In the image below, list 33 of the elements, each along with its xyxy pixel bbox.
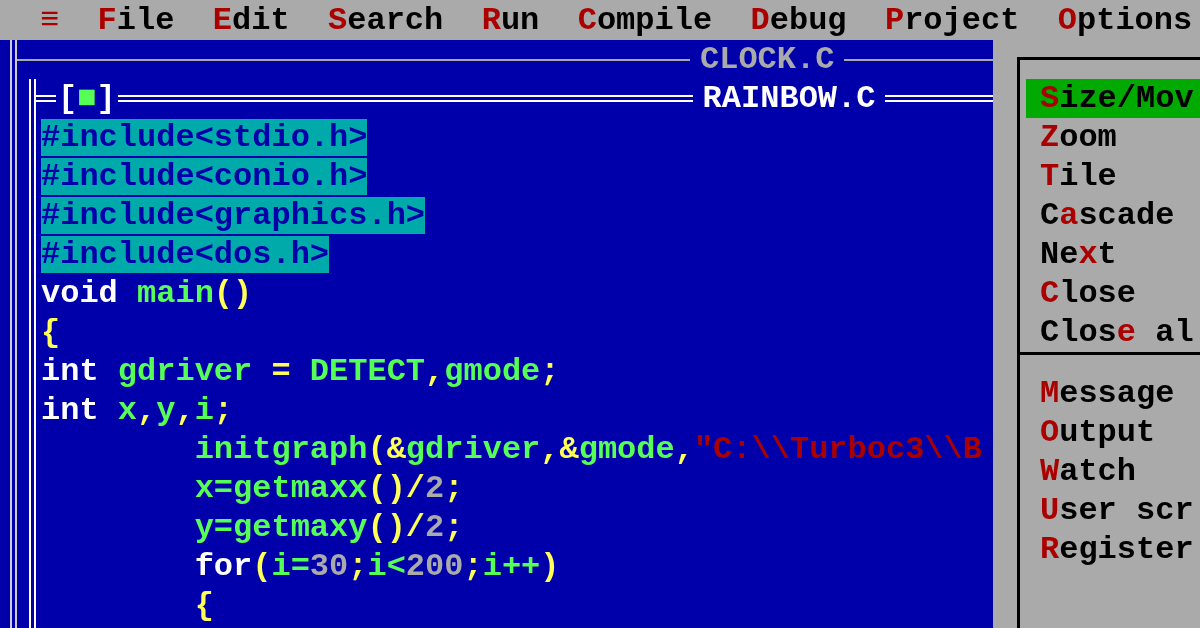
menu-option[interactable]: User scr xyxy=(1026,491,1200,530)
code-line: initgraph(&gdriver,&gmode,"C:\\Turboc3\\B xyxy=(194,431,982,468)
title-bar-line xyxy=(36,95,56,102)
code-line: int x,y,i; xyxy=(41,392,234,429)
menu-item[interactable]: Project xyxy=(884,0,1020,40)
menu-option[interactable]: Close xyxy=(1026,274,1200,313)
menu-item[interactable]: Compile xyxy=(577,0,713,40)
menu-option[interactable]: Watch xyxy=(1026,452,1200,491)
code-line: { xyxy=(41,314,61,351)
code-line: for(i=30;i<200;i++) xyxy=(194,548,560,585)
code-line: int gdriver = DETECT,gmode; xyxy=(41,353,560,390)
menu-item[interactable]: Search xyxy=(328,0,444,40)
code-line: x=getmaxx()/2; xyxy=(194,470,464,507)
code-line: y=getmaxy()/2; xyxy=(194,509,464,546)
menu-option[interactable]: Next xyxy=(1026,235,1200,274)
window-title: CLOCK.C xyxy=(699,40,836,79)
menu-item[interactable]: Run xyxy=(481,0,540,40)
window-title: RAINBOW.C xyxy=(701,79,877,118)
menu-option[interactable]: Cascade xyxy=(1026,196,1200,235)
menu-item[interactable]: File xyxy=(97,0,175,40)
menu-item[interactable]: Debug xyxy=(750,0,847,40)
menu-option[interactable]: Size/Mov xyxy=(1026,79,1200,118)
menu-option[interactable]: Zoom xyxy=(1026,118,1200,157)
code-line: void main() xyxy=(41,275,253,312)
menu-option[interactable]: Register xyxy=(1026,530,1200,569)
menu-option[interactable]: Close al xyxy=(1026,313,1200,352)
menu-option[interactable]: Message xyxy=(1026,374,1200,413)
menu-item[interactable]: Options xyxy=(1057,0,1193,40)
close-button[interactable]: [■] xyxy=(56,79,118,118)
menu-item[interactable]: Edit xyxy=(212,0,290,40)
code-line: { xyxy=(194,587,214,624)
menu-option[interactable]: Tile xyxy=(1026,157,1200,196)
menu-option[interactable]: Output xyxy=(1026,413,1200,452)
